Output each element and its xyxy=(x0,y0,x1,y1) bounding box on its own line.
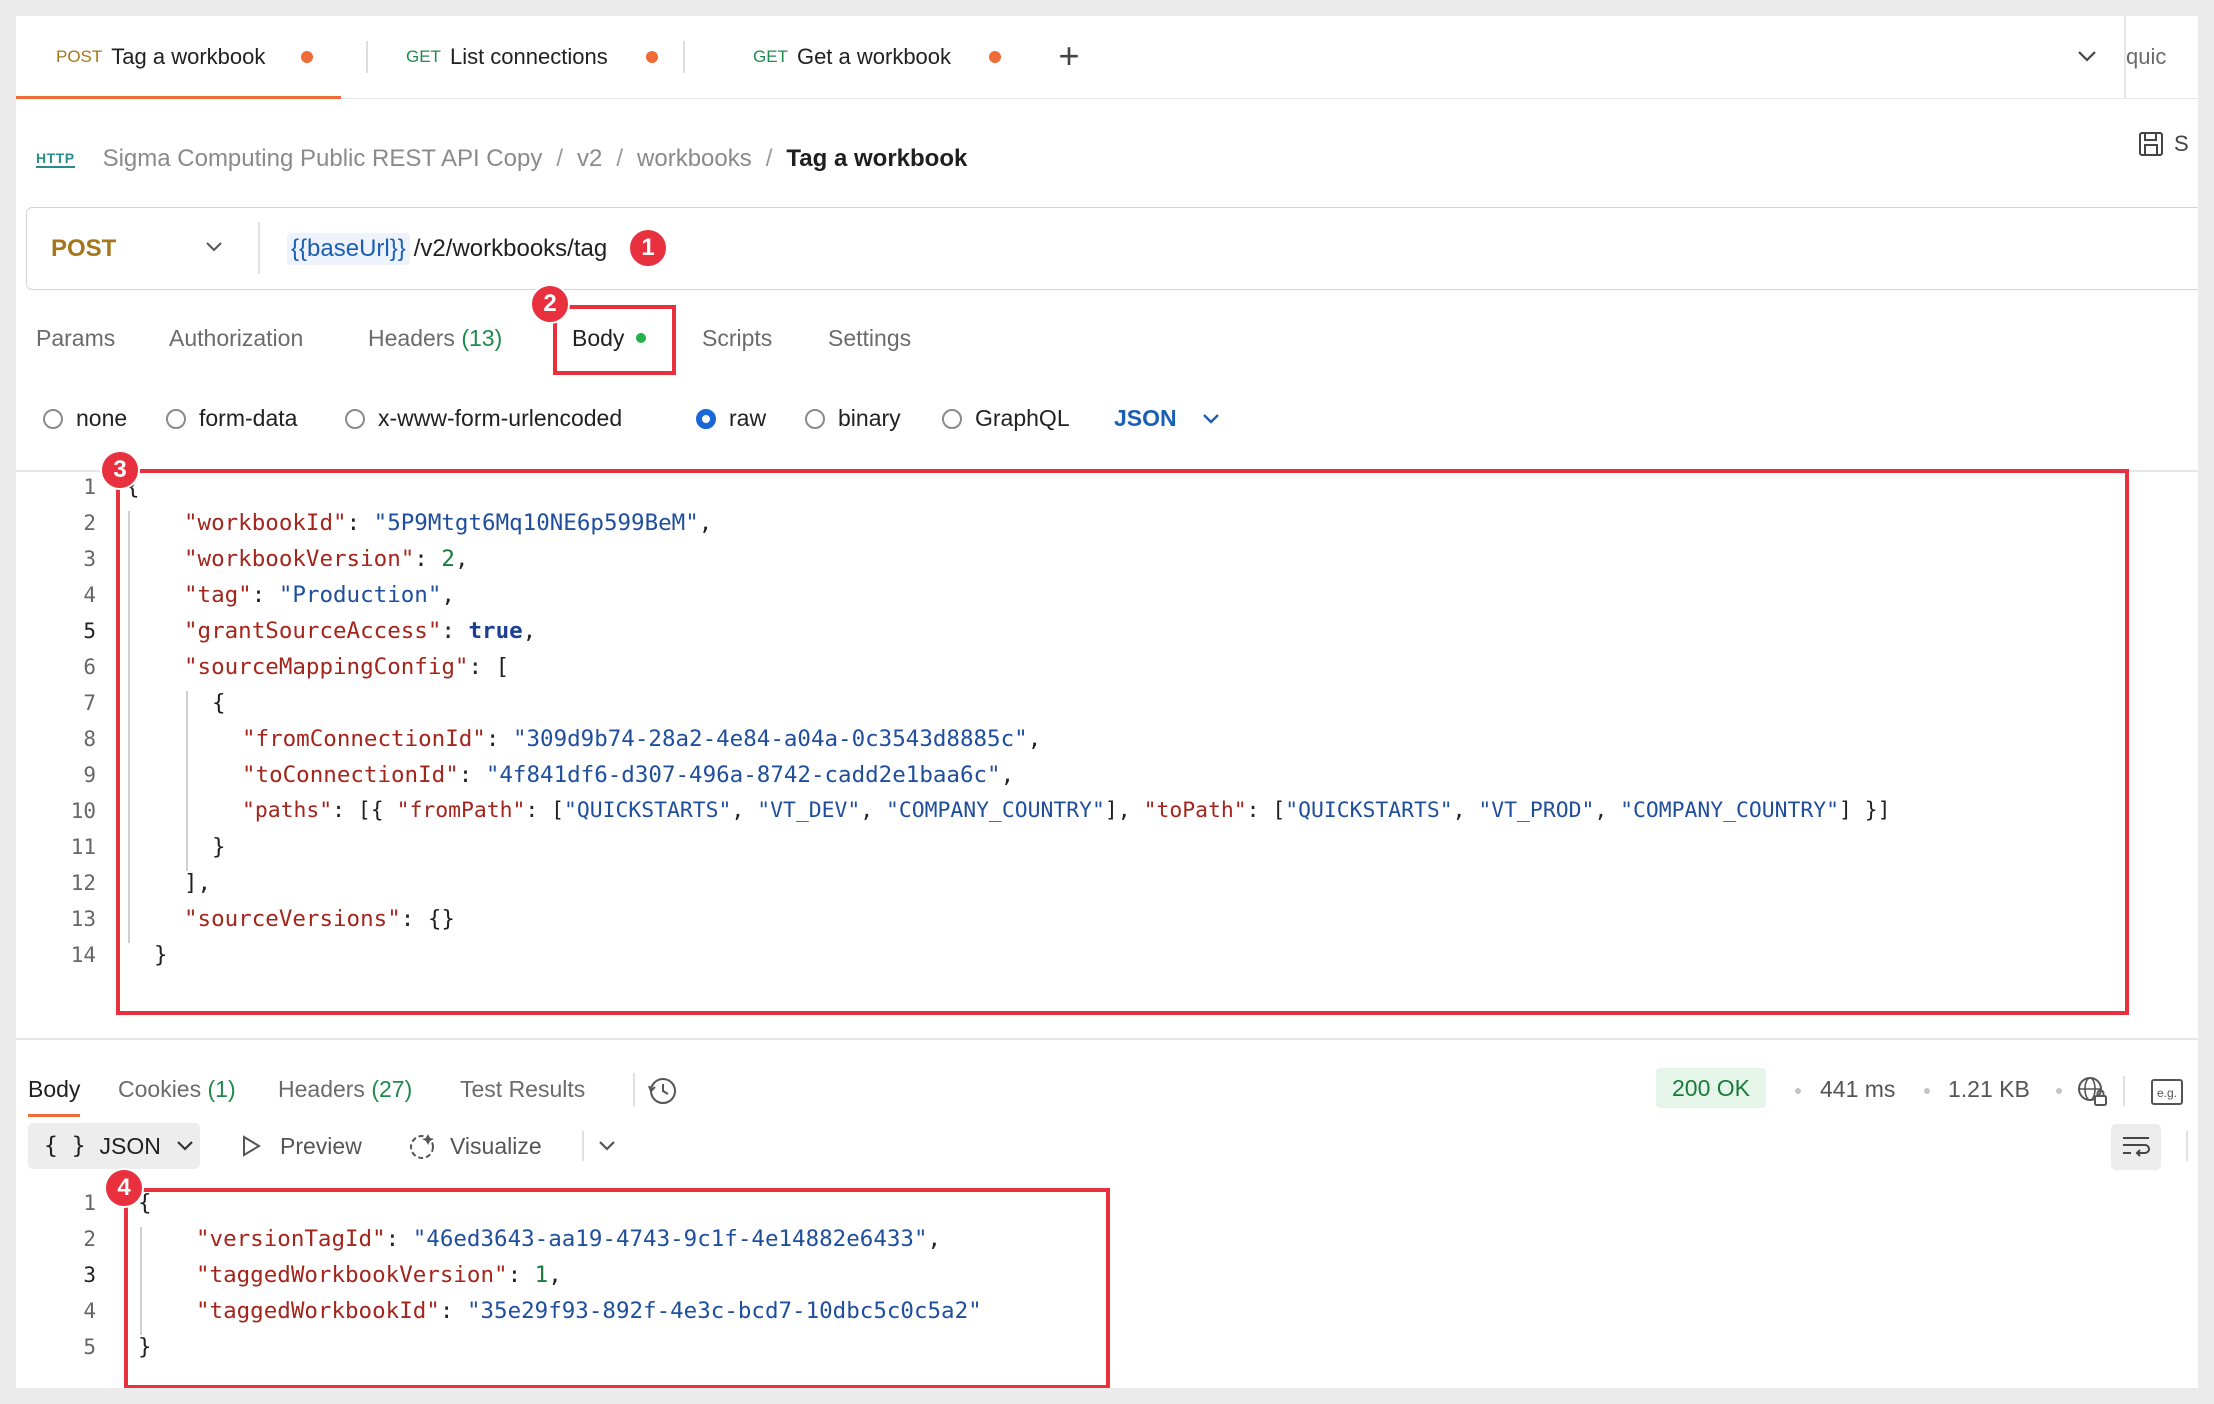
tab-headers[interactable]: Headers (13) xyxy=(368,325,502,352)
save-icon xyxy=(2139,132,2163,156)
annotation-badge: 2 xyxy=(530,284,570,324)
chevron-down-icon[interactable] xyxy=(596,1138,618,1154)
divider xyxy=(16,1038,2198,1040)
tab-method: POST xyxy=(56,47,103,66)
url-variable[interactable]: {{baseUrl}} xyxy=(287,232,410,265)
tab-title: Tag a workbook xyxy=(111,44,266,69)
unsaved-dot-icon xyxy=(301,51,314,63)
tab-list-connections[interactable]: GET List connections xyxy=(406,16,658,98)
breadcrumb: HTTP Sigma Computing Public REST API Cop… xyxy=(36,145,968,173)
save-button[interactable]: S xyxy=(2136,129,2189,159)
method-select[interactable]: POST xyxy=(51,208,116,289)
tab-get-a-workbook[interactable]: GET Get a workbook xyxy=(753,16,1002,98)
request-tab-strip: POST Tag a workbook GET List connections… xyxy=(16,16,2198,99)
wrap-lines-button[interactable] xyxy=(2111,1124,2161,1170)
radio-raw[interactable]: raw xyxy=(696,405,766,432)
breadcrumb-current[interactable]: Tag a workbook xyxy=(786,145,967,173)
chevron-down-icon xyxy=(1202,413,1219,424)
tab-title: List connections xyxy=(449,44,608,69)
url-input[interactable]: {{baseUrl}} /v2/workbooks/tag xyxy=(287,208,607,289)
wrap-lines-icon xyxy=(2123,1137,2150,1157)
response-size[interactable]: 1.21 KB xyxy=(1948,1076,2030,1103)
status-badge[interactable]: 200 OK xyxy=(1656,1068,1766,1108)
radio-form-data[interactable]: form-data xyxy=(166,405,297,432)
braces-icon: { } xyxy=(44,1133,86,1159)
tab-scripts[interactable]: Scripts xyxy=(702,325,772,352)
highlight-box xyxy=(116,469,2129,1015)
breadcrumb-folder-v2[interactable]: v2 xyxy=(577,145,602,173)
response-tab-test-results[interactable]: Test Results xyxy=(460,1076,585,1103)
radio-x-www-form-urlencoded[interactable]: x-www-form-urlencoded xyxy=(345,405,622,432)
http-icon: HTTP xyxy=(36,150,75,168)
example-icon[interactable]: e.g. xyxy=(2150,1078,2184,1106)
tab-headers-count: (13) xyxy=(461,325,503,351)
chevron-down-icon[interactable] xyxy=(2076,48,2098,64)
globe-lock-icon[interactable] xyxy=(2076,1075,2110,1109)
tab-method: GET xyxy=(753,47,788,66)
visualize-button[interactable]: Visualize xyxy=(406,1123,542,1169)
response-tab-cookies[interactable]: Cookies (1) xyxy=(118,1076,236,1103)
play-icon xyxy=(243,1135,261,1157)
svg-text:e.g.: e.g. xyxy=(2157,1086,2177,1100)
unsaved-dot-icon xyxy=(645,51,658,63)
chevron-down-icon xyxy=(177,1141,193,1151)
postman-window: POST Tag a workbook GET List connections… xyxy=(16,16,2198,1388)
annotation-badge: 1 xyxy=(628,228,668,268)
history-icon[interactable] xyxy=(646,1074,680,1108)
tab-authorization[interactable]: Authorization xyxy=(169,325,303,352)
breadcrumb-collection[interactable]: Sigma Computing Public REST API Copy xyxy=(103,145,543,173)
radio-none[interactable]: none xyxy=(43,405,127,432)
body-format-select[interactable]: JSON xyxy=(1114,405,1221,432)
breadcrumb-folder-workbooks[interactable]: workbooks xyxy=(637,145,752,173)
url-path: /v2/workbooks/tag xyxy=(413,234,608,262)
response-format-label: JSON xyxy=(99,1132,161,1159)
response-tab-body[interactable]: Body xyxy=(28,1076,81,1117)
quick-look-tab[interactable]: quic xyxy=(2126,16,2166,98)
unsaved-dot-icon xyxy=(989,51,1002,63)
tab-headers-label: Headers xyxy=(368,325,455,351)
tab-params[interactable]: Params xyxy=(36,325,115,352)
tab-tag-a-workbook[interactable]: POST Tag a workbook xyxy=(16,16,341,99)
body-format-label: JSON xyxy=(1114,405,1177,431)
highlight-box xyxy=(553,305,676,375)
highlight-box xyxy=(124,1188,1110,1388)
tab-settings[interactable]: Settings xyxy=(828,325,911,352)
annotation-badge: 3 xyxy=(100,450,140,490)
radio-binary[interactable]: binary xyxy=(805,405,901,432)
url-bar: POST {{baseUrl}} /v2/workbooks/tag xyxy=(26,207,2198,290)
visualize-icon xyxy=(410,1134,434,1159)
response-time[interactable]: 441 ms xyxy=(1820,1076,1895,1103)
preview-button[interactable]: Preview xyxy=(238,1123,362,1169)
radio-graphql[interactable]: GraphQL xyxy=(942,405,1070,432)
annotation-badge: 4 xyxy=(104,1168,144,1208)
tab-title: Get a workbook xyxy=(796,44,952,69)
response-tab-headers[interactable]: Headers (27) xyxy=(278,1076,412,1103)
save-label: S xyxy=(2174,131,2189,156)
tab-method: GET xyxy=(406,47,441,66)
response-format-select[interactable]: { } JSON xyxy=(28,1123,200,1169)
chevron-down-icon[interactable] xyxy=(203,236,225,258)
plus-icon[interactable]: + xyxy=(1051,38,1087,74)
